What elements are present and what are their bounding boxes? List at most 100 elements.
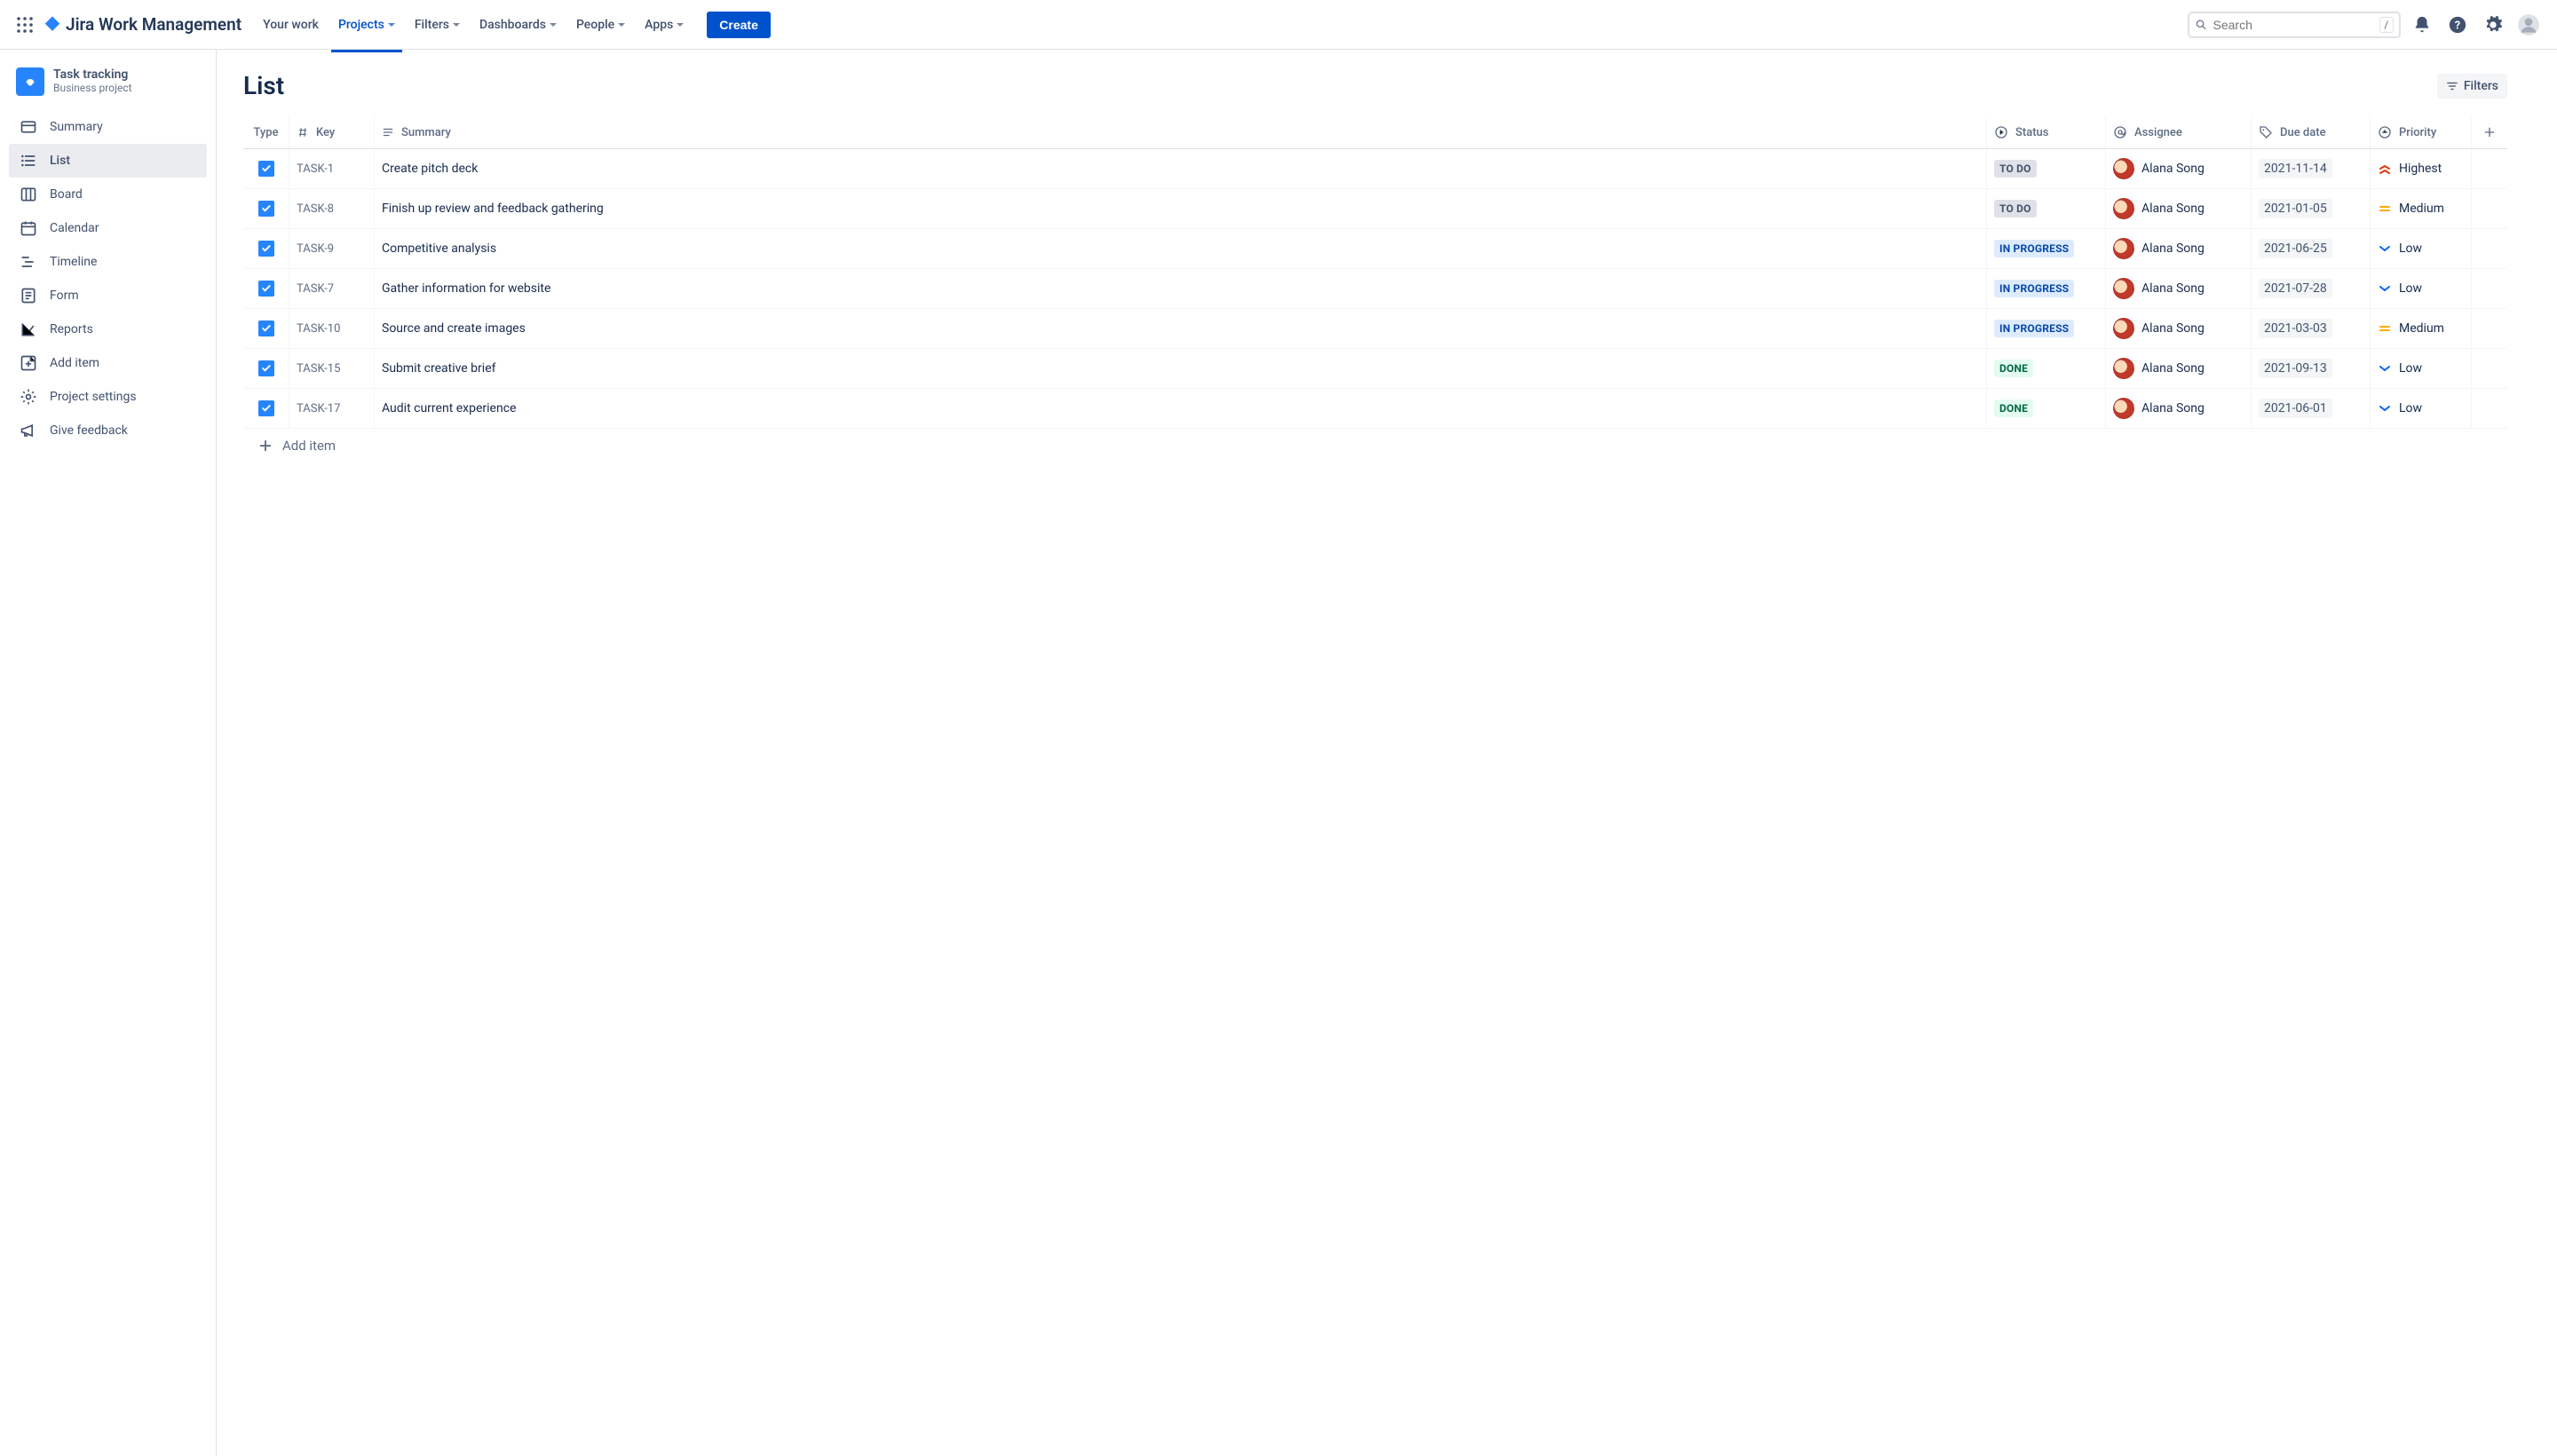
cell-status[interactable]: IN PROGRESS — [1987, 269, 2106, 308]
table-row[interactable]: TASK-9Competitive analysisIN PROGRESSAla… — [243, 229, 2507, 269]
cell-priority[interactable]: Low — [2371, 269, 2472, 308]
table-row[interactable]: TASK-17Audit current experienceDONEAlana… — [243, 389, 2507, 429]
cell-due-date[interactable]: 2021-01-05 — [2252, 189, 2371, 228]
cell-assignee[interactable]: Alana Song — [2106, 309, 2252, 348]
cell-summary[interactable]: Competitive analysis — [375, 229, 1987, 268]
avatar — [2113, 278, 2134, 299]
sidebar-item-timeline[interactable]: Timeline — [9, 245, 207, 279]
sidebar-item-give-feedback[interactable]: Give feedback — [9, 414, 207, 447]
sidebar-item-project-settings[interactable]: Project settings — [9, 380, 207, 414]
nav-filters[interactable]: Filters — [408, 12, 467, 37]
cell-key[interactable]: TASK-9 — [289, 229, 375, 268]
cell-status[interactable]: TO DO — [1987, 149, 2106, 188]
cell-assignee[interactable]: Alana Song — [2106, 229, 2252, 268]
cell-status[interactable]: IN PROGRESS — [1987, 229, 2106, 268]
sidebar-item-reports[interactable]: Reports — [9, 313, 207, 346]
cell-status[interactable]: DONE — [1987, 349, 2106, 388]
col-type[interactable]: Type — [243, 116, 289, 148]
cell-summary[interactable]: Source and create images — [375, 309, 1987, 348]
cell-due-date[interactable]: 2021-07-28 — [2252, 269, 2371, 308]
col-status[interactable]: Status — [1987, 116, 2106, 148]
cell-assignee[interactable]: Alana Song — [2106, 389, 2252, 428]
help-icon[interactable]: ? — [2443, 11, 2472, 39]
cell-summary[interactable]: Finish up review and feedback gathering — [375, 189, 1987, 228]
cell-type[interactable] — [243, 269, 289, 308]
cell-key[interactable]: TASK-8 — [289, 189, 375, 228]
cell-key[interactable]: TASK-15 — [289, 349, 375, 388]
product-logo[interactable]: Jira Work Management — [43, 14, 241, 35]
nav-dashboards[interactable]: Dashboards — [472, 12, 564, 37]
cell-priority[interactable]: Medium — [2371, 189, 2472, 228]
nav-apps[interactable]: Apps — [637, 12, 691, 37]
col-assignee[interactable]: Assignee — [2106, 116, 2252, 148]
cell-status[interactable]: DONE — [1987, 389, 2106, 428]
cell-type[interactable] — [243, 149, 289, 188]
cell-status[interactable]: IN PROGRESS — [1987, 309, 2106, 348]
sidebar-item-board[interactable]: Board — [9, 178, 207, 211]
table-row[interactable]: TASK-10Source and create imagesIN PROGRE… — [243, 309, 2507, 349]
table-row[interactable]: TASK-7Gather information for websiteIN P… — [243, 269, 2507, 309]
search-field[interactable] — [2213, 18, 2374, 32]
app-switcher-icon[interactable] — [14, 14, 36, 36]
cell-summary[interactable]: Submit creative brief — [375, 349, 1987, 388]
nav-projects[interactable]: Projects — [331, 12, 402, 37]
cell-assignee[interactable]: Alana Song — [2106, 189, 2252, 228]
cell-key[interactable]: TASK-7 — [289, 269, 375, 308]
cell-summary[interactable]: Gather information for website — [375, 269, 1987, 308]
cell-type[interactable] — [243, 349, 289, 388]
product-name: Jira Work Management — [66, 14, 241, 35]
sidebar-item-calendar[interactable]: Calendar — [9, 211, 207, 245]
cell-type[interactable] — [243, 309, 289, 348]
table-row[interactable]: TASK-8Finish up review and feedback gath… — [243, 189, 2507, 229]
nav-people[interactable]: People — [569, 12, 632, 37]
project-type: Business project — [53, 82, 132, 94]
cell-type[interactable] — [243, 229, 289, 268]
avatar — [2113, 198, 2134, 219]
add-item-row[interactable]: Add item — [243, 429, 2507, 463]
cell-due-date[interactable]: 2021-11-14 — [2252, 149, 2371, 188]
cell-key[interactable]: TASK-1 — [289, 149, 375, 188]
cell-due-date[interactable]: 2021-09-13 — [2252, 349, 2371, 388]
col-due[interactable]: Due date — [2252, 116, 2371, 148]
cell-type[interactable] — [243, 389, 289, 428]
cell-status[interactable]: TO DO — [1987, 189, 2106, 228]
settings-icon[interactable] — [2479, 11, 2507, 39]
task-type-icon — [258, 360, 274, 376]
add-column-button[interactable] — [2472, 116, 2507, 148]
nav-your-work[interactable]: Your work — [256, 12, 326, 37]
cell-priority[interactable]: Low — [2371, 229, 2472, 268]
cell-priority[interactable]: Low — [2371, 349, 2472, 388]
col-priority[interactable]: Priority — [2371, 116, 2472, 148]
project-icon — [16, 67, 44, 96]
col-summary[interactable]: Summary — [375, 116, 1987, 148]
cell-key[interactable]: TASK-10 — [289, 309, 375, 348]
col-key[interactable]: Key — [289, 116, 375, 148]
cell-assignee[interactable]: Alana Song — [2106, 349, 2252, 388]
cell-due-date[interactable]: 2021-06-25 — [2252, 229, 2371, 268]
project-header[interactable]: Task tracking Business project — [9, 67, 207, 110]
cell-type[interactable] — [243, 189, 289, 228]
cell-key[interactable]: TASK-17 — [289, 389, 375, 428]
cell-assignee[interactable]: Alana Song — [2106, 269, 2252, 308]
sidebar-item-add-item[interactable]: Add item — [9, 346, 207, 380]
filters-button[interactable]: Filters — [2437, 74, 2507, 99]
table-row[interactable]: TASK-15Submit creative briefDONEAlana So… — [243, 349, 2507, 389]
sidebar-item-form[interactable]: Form — [9, 279, 207, 313]
search-input[interactable]: / — [2188, 12, 2401, 38]
table-row[interactable]: TASK-1Create pitch deckTO DOAlana Song20… — [243, 149, 2507, 189]
create-button[interactable]: Create — [707, 12, 771, 38]
cell-due-date[interactable]: 2021-06-01 — [2252, 389, 2371, 428]
cell-summary[interactable]: Audit current experience — [375, 389, 1987, 428]
profile-avatar[interactable] — [2514, 11, 2543, 39]
cell-priority[interactable]: Medium — [2371, 309, 2472, 348]
cell-priority[interactable]: Highest — [2371, 149, 2472, 188]
plus-icon — [2482, 125, 2497, 139]
cell-summary[interactable]: Create pitch deck — [375, 149, 1987, 188]
chevron-down-icon — [388, 23, 395, 27]
sidebar-item-list[interactable]: List — [9, 144, 207, 178]
cell-assignee[interactable]: Alana Song — [2106, 149, 2252, 188]
notifications-icon[interactable] — [2408, 11, 2436, 39]
cell-priority[interactable]: Low — [2371, 389, 2472, 428]
sidebar-item-summary[interactable]: Summary — [9, 110, 207, 144]
cell-due-date[interactable]: 2021-03-03 — [2252, 309, 2371, 348]
